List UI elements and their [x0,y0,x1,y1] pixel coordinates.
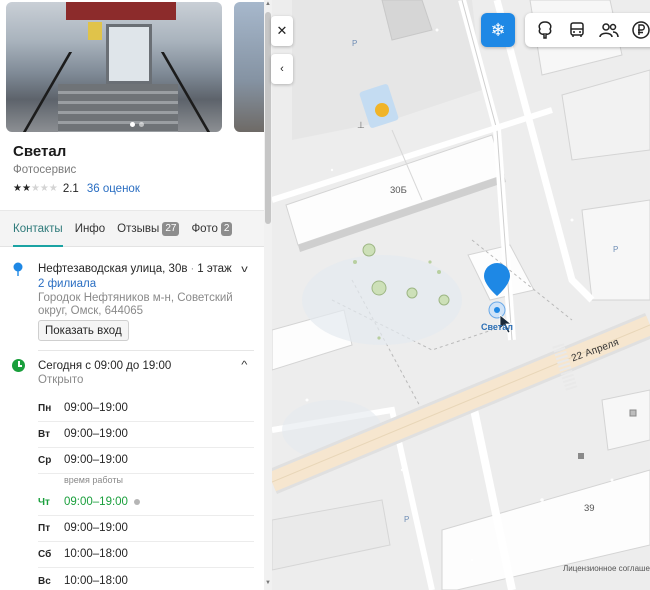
map-canvas[interactable]: P P P ⊥ 30Б 39 Светал 22 Апреля Лицензио… [272,0,650,590]
people-icon[interactable] [599,20,619,40]
hours-time: 09:00–19:00 [64,454,128,466]
star-filled-icon: ★ [21,183,31,194]
reviews-link[interactable]: 36 оценок [87,183,140,195]
map-base: P P P ⊥ [272,0,650,590]
hours-day: Вс [38,576,51,587]
map-layers-bar [525,13,650,47]
card-tabs: Контакты Инфо Отзывы 27 Фото 2 [0,210,264,247]
hours-day: Сб [38,549,52,560]
hours-time: 09:00–19:00 [64,428,128,440]
hours-day: Чт [38,497,50,508]
license-link[interactable]: Лицензионное соглаше [563,564,650,573]
hours-day: Пт [38,523,51,534]
location-pin-icon [13,262,23,276]
address-district: Городок Нефтяников м-н, Советский округ,… [38,292,233,317]
ruble-icon[interactable] [631,20,650,40]
hours-row-today: время работы Чт 09:00–19:00 [38,474,254,516]
hours-time: 10:00–18:00 [64,548,128,560]
star-empty-icon: ★ [39,183,49,194]
hours-time: 09:00–19:00 [64,522,128,534]
tab-reviews[interactable]: Отзывы 27 [117,211,180,247]
close-card-button[interactable]: ✕ [271,16,293,46]
scroll-down-icon[interactable]: ▼ [265,580,271,586]
hours-today: Сегодня с 09:00 до 19:00 [38,360,172,372]
rating-value: 2.1 [62,183,79,195]
photo-roof [66,2,176,20]
card-scrollbar[interactable]: ▲ ▼ [264,0,272,590]
hours-row: Вт 09:00–19:00 [38,422,254,448]
tab-contacts[interactable]: Контакты [13,211,63,247]
photo-carousel-dots [130,122,144,127]
photo-door [106,24,152,84]
tab-contacts-label: Контакты [13,222,63,235]
svg-text:P: P [404,515,409,524]
tab-info-label: Инфо [74,222,106,235]
tab-reviews-badge: 27 [162,221,180,236]
winter-mode-button[interactable]: ❄ [481,13,515,47]
live-indicator [134,499,140,505]
hours-time: 09:00–19:00 [64,496,128,508]
scrollbar-thumb[interactable] [265,12,271,224]
hours-row: Пн 09:00–19:00 [38,396,254,422]
branches-link[interactable]: 2 филиала [38,278,96,290]
show-entrance-button[interactable]: Показать вход [38,320,129,341]
address-separator: · [190,263,195,275]
hours-day: Ср [38,455,52,466]
hours-row: Пт 09:00–19:00 [38,516,254,542]
star-empty-icon: ★ [30,183,40,194]
house-number-label: 39 [584,503,595,514]
scroll-up-icon[interactable]: ▲ [265,1,271,7]
collapse-card-button[interactable]: ‹ [271,54,293,84]
divider [38,350,254,351]
hours-time: 10:00–18:00 [64,575,128,587]
address-street: Нефтезаводская улица, 30в [38,263,188,275]
hours-row: Сб 10:00–18:00 [38,542,254,568]
organization-title: Светал [13,143,67,160]
tree-icon[interactable] [535,20,555,40]
house-number-label: 30Б [390,185,407,196]
rating-stars: ★ ★ ★ ★ ★ [13,184,58,194]
hours-today-note: время работы [64,475,123,485]
tab-info[interactable]: Инфо [75,211,105,247]
hours-day: Пн [38,403,52,414]
tab-photos[interactable]: Фото 2 [191,211,233,247]
address-floor: 1 этаж [197,263,232,275]
tab-reviews-label: Отзывы [117,222,160,235]
tab-photos-label: Фото [191,222,218,235]
tab-photos-badge: 2 [220,221,233,236]
svg-text:⊥: ⊥ [357,120,365,130]
photo-sign [88,22,102,40]
map-pin-label[interactable]: Светал [481,322,513,332]
star-filled-icon: ★ [13,183,22,194]
organization-card: Светал Фотосервис ★ ★ ★ ★ ★ 2.1 36 оценок Ко… [0,0,266,590]
rating-row: ★ ★ ★ ★ ★ 2.1 36 оценок [13,183,140,195]
organization-photo[interactable] [6,2,222,132]
clock-icon [12,359,25,372]
hours-day: Вт [38,429,50,440]
hours-row: Ср 09:00–19:00 [38,448,254,474]
chevron-down-icon[interactable]: v [241,264,248,275]
chevron-up-icon[interactable]: ^ [241,360,247,371]
svg-text:P: P [352,39,357,48]
organization-photo-next[interactable] [234,2,266,132]
hours-row: Вс 10:00–18:00 [38,568,254,590]
open-status: Открыто [38,374,84,386]
svg-text:P: P [613,245,618,254]
hours-time: 09:00–19:00 [64,402,128,414]
bus-icon[interactable] [567,20,587,40]
address-line: Нефтезаводская улица, 30в · 1 этаж [38,263,232,275]
organization-category: Фотосервис [13,164,77,176]
photo-stairs [58,84,178,132]
star-empty-icon: ★ [48,183,58,194]
